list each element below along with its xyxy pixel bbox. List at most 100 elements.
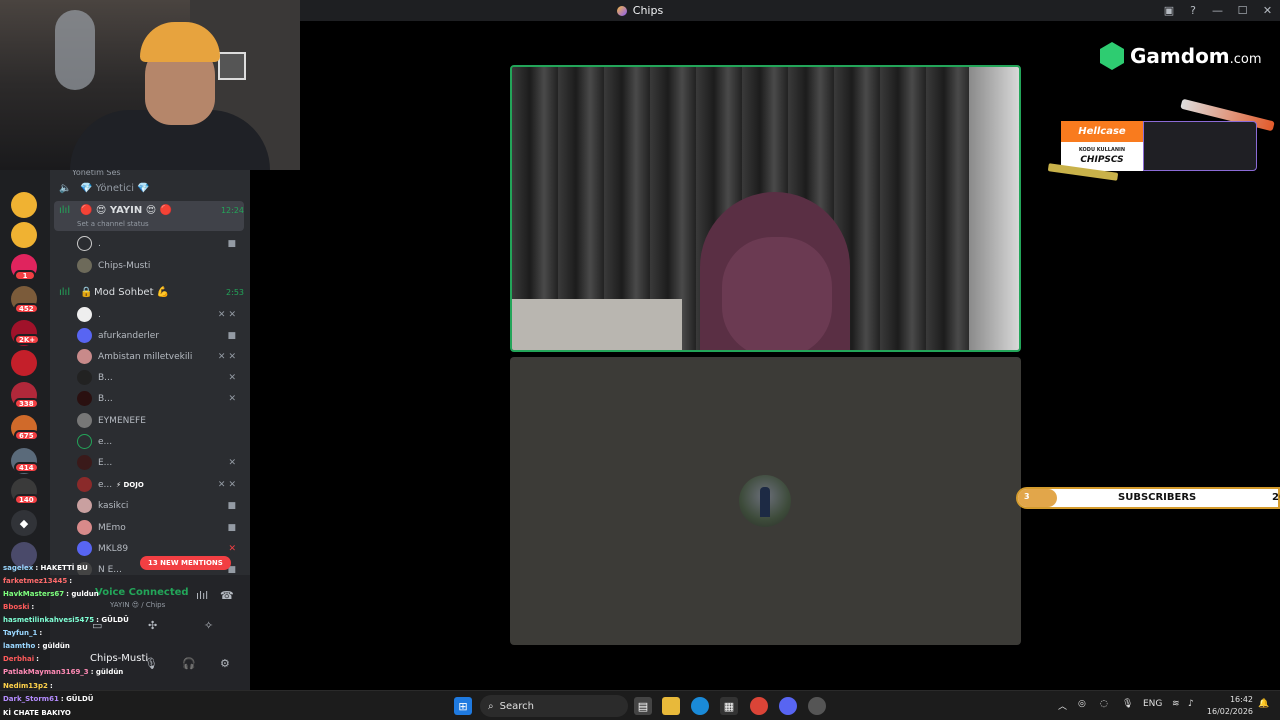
unread-badge: 1 xyxy=(14,270,36,281)
mute-icon: ✕ xyxy=(228,457,239,468)
channel-timer: 12:24 xyxy=(220,206,244,215)
discover-icon[interactable]: ◆ xyxy=(11,510,37,536)
unread-badge: 2K+ xyxy=(14,334,41,345)
store-icon[interactable]: ▦ xyxy=(720,697,738,715)
system-clock[interactable]: 16:42 16/02/2026 xyxy=(1205,694,1253,718)
avatar xyxy=(77,477,92,492)
unread-badge: 140 xyxy=(14,494,39,505)
voice-channel-yayin[interactable]: 🔴 😍 YAYIN 😍 🔴 xyxy=(80,205,172,216)
language-indicator[interactable]: ENG xyxy=(1143,699,1162,709)
avatar xyxy=(77,413,92,428)
tray-app-icon[interactable]: ◎ xyxy=(1078,699,1086,709)
voice-member[interactable]: Ambistan milletvekili ✕✕ xyxy=(77,346,247,367)
screen: Chips ▣ ? — ☐ ✕ 1 452 2K+ 338 675 414 14… xyxy=(0,0,1280,720)
hellcase-code: CHIPSCS xyxy=(1080,155,1124,165)
unread-badge: 452 xyxy=(14,303,39,314)
voice-member[interactable]: Chips-Musti xyxy=(77,255,247,276)
chat-message: hasmetilinkahvesi5475: GÜLDÜ xyxy=(3,616,129,624)
voice-member[interactable]: kasikci ■ xyxy=(77,495,247,516)
start-icon[interactable]: ⊞ xyxy=(454,697,472,715)
video-icon: ■ xyxy=(227,522,239,533)
volume-icon[interactable]: ♪ xyxy=(1188,699,1194,709)
channel-status[interactable]: Set a channel status xyxy=(77,220,149,228)
avatar xyxy=(77,434,92,449)
speaker-icon: 🔈 xyxy=(59,183,72,194)
video-icon: ■ xyxy=(227,330,239,341)
search-icon: ⌕ xyxy=(488,700,494,712)
streamer-webcam xyxy=(0,0,300,170)
avatar xyxy=(77,328,92,343)
window-title-text: Chips xyxy=(632,4,664,17)
chat-message: Nedim13p2: xyxy=(3,682,53,690)
task-view-icon[interactable]: ▤ xyxy=(634,697,652,715)
chat-message: PatlakMayman3169_3: güldün xyxy=(3,668,124,676)
chat-message: Derbhai: xyxy=(3,655,39,663)
video-icon: ■ xyxy=(227,238,239,249)
microphone-tray-icon[interactable]: 🎙 xyxy=(1122,699,1133,709)
video-tile-camera[interactable] xyxy=(510,65,1021,352)
voice-channel-mod-sohbet[interactable]: Mod Sohbet 💪 xyxy=(94,287,169,298)
help-icon[interactable]: ? xyxy=(1181,0,1205,21)
inbox-icon[interactable]: ▣ xyxy=(1157,0,1181,21)
avatar xyxy=(77,498,92,513)
chat-message: sagelex: HAKETTİ BU xyxy=(3,564,88,572)
discord-icon[interactable] xyxy=(779,697,797,715)
voice-member[interactable]: . ✕✕ xyxy=(77,304,247,325)
channel-timer: 2:53 xyxy=(226,288,244,297)
lock-icon: 🔒 xyxy=(80,287,93,298)
avatar xyxy=(77,307,92,322)
voice-member[interactable]: B... ✕ xyxy=(77,367,247,388)
voice-member[interactable]: e... ⚡ DOJO ✕✕ xyxy=(77,474,247,495)
unread-badge: 414 xyxy=(14,462,39,473)
minimize-button[interactable]: — xyxy=(1205,0,1230,21)
chat-message: laamtho: güldün xyxy=(3,642,70,650)
gamdom-logo: Gamdom.com xyxy=(1100,42,1262,70)
app-icon[interactable] xyxy=(808,697,826,715)
chat-message: HavkMasters67: guldun xyxy=(3,590,99,598)
maximize-button[interactable]: ☐ xyxy=(1230,0,1255,21)
wifi-icon[interactable]: ≋ xyxy=(1172,699,1180,709)
voice-channel-yonetici[interactable]: 💎 Yönetici 💎 xyxy=(80,183,150,194)
chat-message: Bboski: xyxy=(3,603,35,611)
unread-badge: 338 xyxy=(14,398,39,409)
voice-member[interactable]: . ■ xyxy=(77,233,247,254)
edge-icon[interactable] xyxy=(691,697,709,715)
chat-message: Tayfun_1: xyxy=(3,629,43,637)
hellcase-banner: Hellcase KODU KULLANIN CHIPSCS xyxy=(1061,121,1257,171)
voice-member[interactable]: EYMENEFE xyxy=(77,410,247,431)
server-icon[interactable] xyxy=(11,350,37,376)
chat-message: Dark_Storm61: GÜLDÜ xyxy=(3,695,94,703)
video-icon: ■ xyxy=(227,500,239,511)
mute-icon: ✕ xyxy=(228,393,239,404)
avatar xyxy=(77,258,92,273)
avatar xyxy=(77,455,92,470)
hellcase-brand: Hellcase xyxy=(1061,121,1143,142)
stream-chat-overlay: sagelex: HAKETTİ BU farketmez13445: Havk… xyxy=(0,560,250,720)
mute-icons: ✕✕ xyxy=(217,479,239,490)
file-explorer-icon[interactable] xyxy=(662,697,680,715)
server-icon[interactable] xyxy=(11,192,37,218)
voice-member[interactable]: B... ✕ xyxy=(77,388,247,409)
voice-active-icon: ılıl xyxy=(59,205,71,216)
voice-member[interactable]: afurkanderler ■ xyxy=(77,325,247,346)
voice-member[interactable]: E... ✕ xyxy=(77,452,247,473)
subscriber-count: 3 xyxy=(1024,492,1030,501)
chrome-icon[interactable] xyxy=(750,697,768,715)
avatar xyxy=(77,370,92,385)
deafen-icon: ✕ xyxy=(228,543,239,554)
tray-app-icon[interactable]: ◌ xyxy=(1100,699,1108,709)
taskbar-search[interactable]: ⌕ Search xyxy=(480,695,628,717)
tray-chevron-icon[interactable]: ︿ xyxy=(1058,699,1067,712)
unread-badge: 675 xyxy=(14,430,39,441)
voice-member[interactable]: e... xyxy=(77,431,247,452)
chat-message: Kİ CHATE BAKIYO xyxy=(3,709,71,717)
video-tile-avatar[interactable] xyxy=(510,357,1021,645)
hellcase-subtitle: KODU KULLANIN xyxy=(1078,147,1126,153)
notification-bell-icon[interactable]: 🔔 xyxy=(1258,699,1269,709)
avatar xyxy=(77,349,92,364)
voice-member[interactable]: MEmo ■ xyxy=(77,517,247,538)
subscriber-goal-bar: 3 SUBSCRIBERS 20 xyxy=(1016,487,1280,509)
mute-icons: ✕✕ xyxy=(217,351,239,362)
close-button[interactable]: ✕ xyxy=(1255,0,1280,21)
server-icon[interactable] xyxy=(11,222,37,248)
